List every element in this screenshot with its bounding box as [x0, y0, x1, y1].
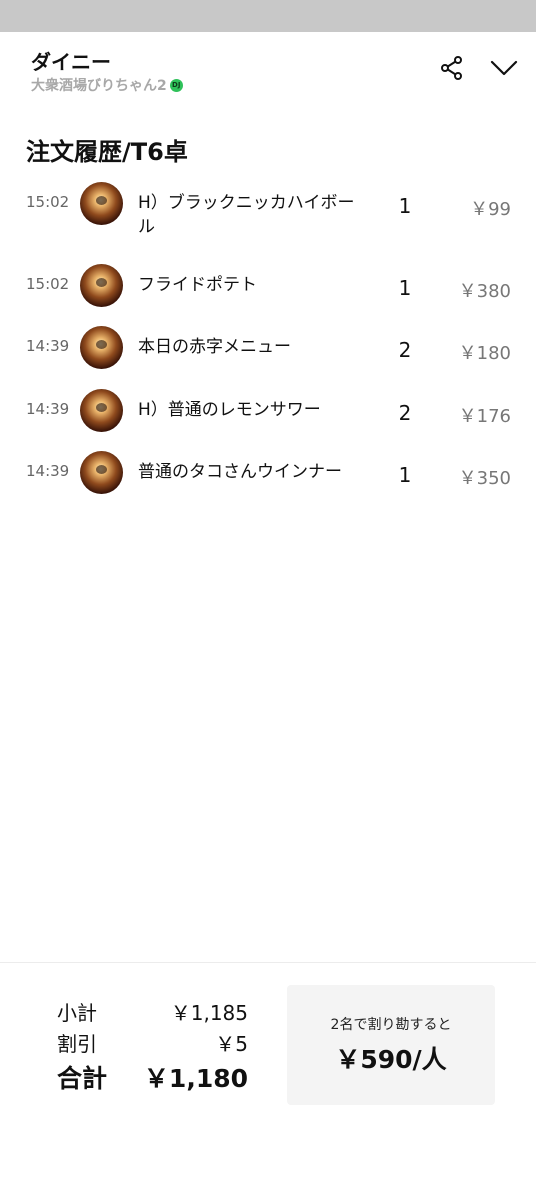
order-row: 14:39 本日の赤字メニュー 2 ￥180	[0, 326, 536, 389]
order-price: ￥350	[458, 468, 511, 489]
store-name-row: 大衆酒場びりちゃん2 DJ	[31, 75, 183, 95]
food-thumbnail	[80, 389, 123, 432]
order-time: 14:39	[26, 400, 70, 418]
bill-summary-footer: 小計 ￥1,185 割引 ￥5 合計 ￥1,180 2名で割り勘すると ￥590…	[0, 962, 536, 1200]
discount-value: ￥5	[215, 1032, 248, 1056]
header: ダイニー 大衆酒場びりちゃん2 DJ	[0, 32, 536, 108]
order-price: ￥380	[458, 281, 511, 302]
discount-row: 割引 ￥5	[57, 1028, 248, 1059]
order-price: ￥180	[458, 343, 511, 364]
order-quantity: 1	[398, 194, 412, 218]
order-item-name: フライドポテト	[138, 275, 257, 295]
order-item-name: 本日の赤字メニュー	[138, 337, 291, 357]
order-quantity: 2	[398, 401, 412, 425]
order-quantity: 1	[398, 463, 412, 487]
split-bill-label: 2名で割り勘すると	[330, 1017, 452, 1033]
status-bar	[0, 0, 536, 32]
share-icon	[441, 56, 462, 80]
order-price: ￥99	[470, 199, 511, 220]
subtotal-row: 小計 ￥1,185	[57, 997, 248, 1028]
order-item-name: H）普通のレモンサワー	[138, 400, 321, 420]
chevron-down-icon	[490, 60, 518, 76]
price-summary: 小計 ￥1,185 割引 ￥5 合計 ￥1,180	[57, 997, 248, 1099]
food-thumbnail	[80, 451, 123, 494]
split-bill-value: ￥590/人	[335, 1045, 447, 1074]
food-thumbnail	[80, 264, 123, 307]
order-row: 15:02 H）ブラックニッカハイボール 1 ￥99	[0, 182, 536, 264]
order-time: 14:39	[26, 462, 70, 480]
order-item-name: 普通のタコさんウインナー	[138, 462, 342, 482]
order-row: 14:39 普通のタコさんウインナー 1 ￥350	[0, 451, 536, 513]
store-badge-icon: DJ	[169, 78, 183, 92]
order-quantity: 1	[398, 276, 412, 300]
total-row: 合計 ￥1,180	[57, 1059, 248, 1099]
subtotal-label: 小計	[57, 1001, 97, 1025]
order-row: 14:39 H）普通のレモンサワー 2 ￥176	[0, 389, 536, 451]
app-title: ダイニー	[31, 50, 111, 74]
order-time: 15:02	[26, 275, 70, 293]
order-item-name: H）ブラックニッカハイボール	[138, 193, 355, 237]
order-time: 14:39	[26, 337, 70, 355]
store-name: 大衆酒場びりちゃん2	[31, 78, 167, 94]
total-label: 合計	[57, 1064, 108, 1093]
split-bill-box[interactable]: 2名で割り勘すると ￥590/人	[287, 985, 495, 1105]
discount-label: 割引	[57, 1032, 97, 1056]
food-thumbnail	[80, 326, 123, 369]
share-button[interactable]	[438, 54, 466, 82]
total-value: ￥1,180	[143, 1064, 248, 1093]
page-title: 注文履歴/T6卓	[26, 138, 188, 166]
order-quantity: 2	[398, 338, 412, 362]
food-thumbnail	[80, 182, 123, 225]
order-row: 15:02 フライドポテト 1 ￥380	[0, 264, 536, 326]
order-price: ￥176	[458, 406, 511, 427]
order-time: 15:02	[26, 193, 70, 211]
collapse-button[interactable]	[488, 54, 520, 82]
order-history-list: 15:02 H）ブラックニッカハイボール 1 ￥99 15:02 フライドポテト…	[0, 182, 536, 513]
subtotal-value: ￥1,185	[170, 1001, 248, 1025]
